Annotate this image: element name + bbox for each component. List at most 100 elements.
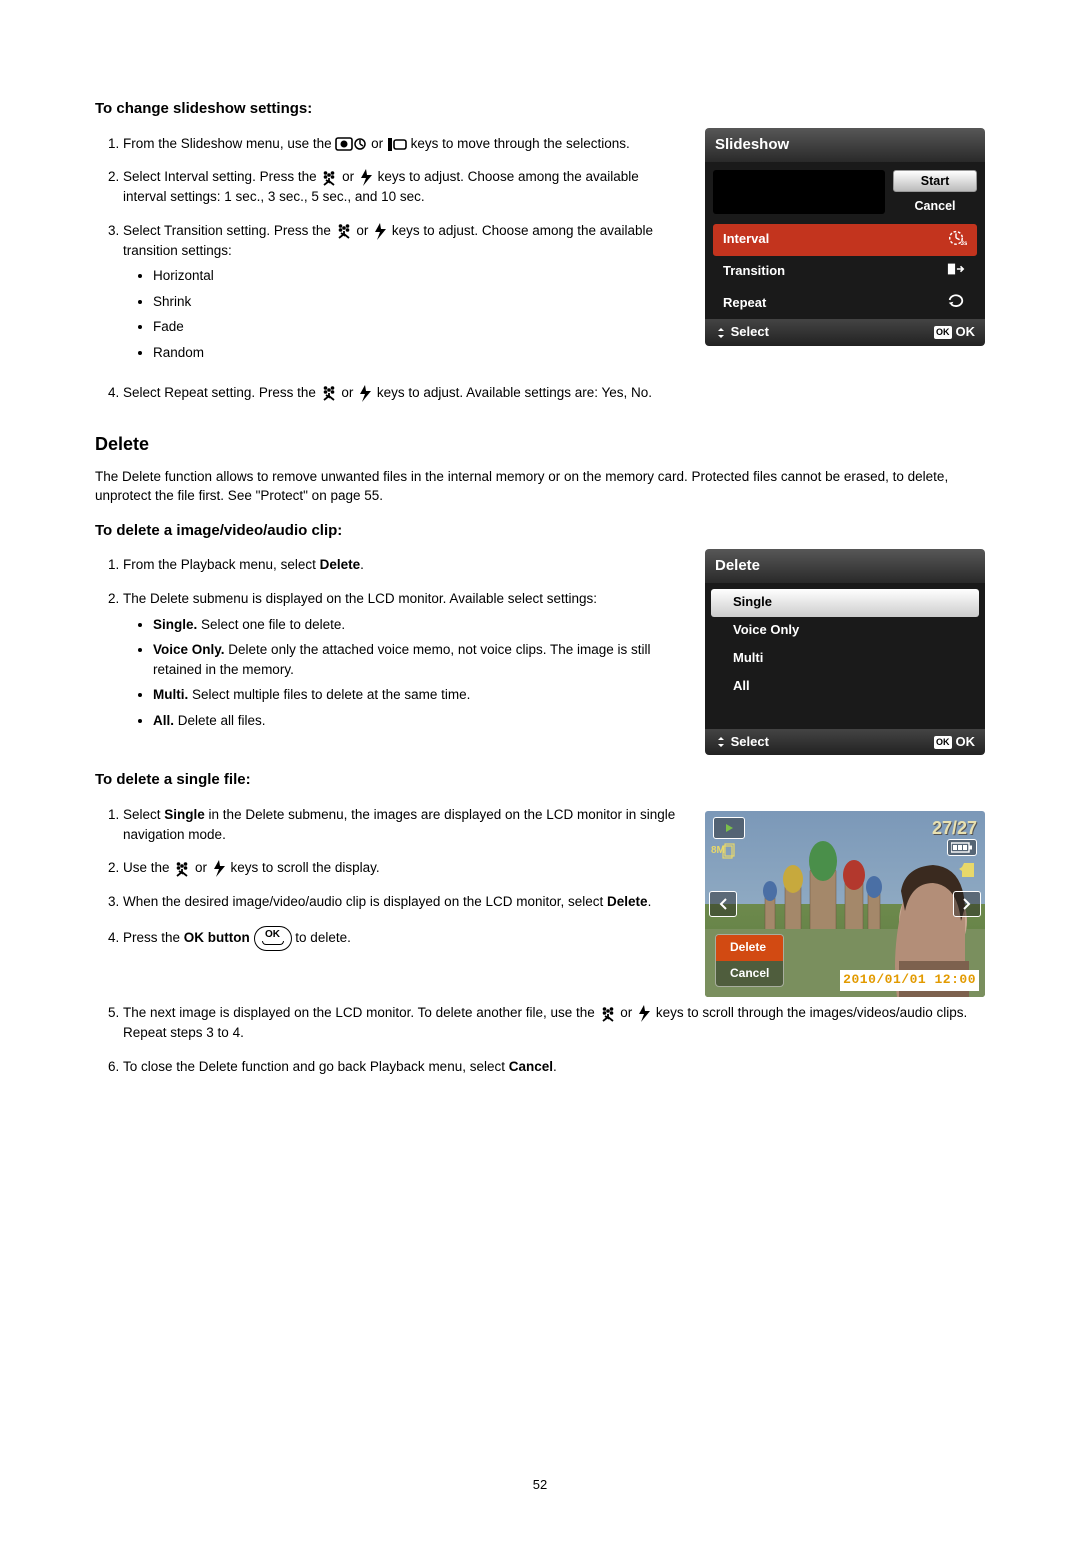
nav-left-icon[interactable] [709,891,737,917]
text: Delete all files. [174,713,266,728]
steps-slideshow-cont: Select Repeat setting. Press the or keys… [95,383,985,403]
cancel-button[interactable]: Cancel [893,196,977,216]
text: To close the Delete function and go back… [123,1059,509,1074]
text: Select Interval setting. Press the [123,169,320,184]
text: When the desired image/video/audio clip … [123,894,607,909]
text-bold: Delete [320,557,361,572]
text: keys to scroll the display. [227,860,380,875]
svg-text:3s: 3s [961,240,968,246]
footer-ok: OKOK [934,733,975,752]
text: Use the [123,860,173,875]
photo-menu: Delete Cancel [715,934,784,987]
transition-icon [945,260,967,284]
label: Interval [723,230,769,249]
list-item: Fade [153,317,685,337]
lcd-title: Slideshow [705,128,985,162]
label: Transition [723,262,785,281]
focus-icon [335,135,353,153]
heading-delete-single: To delete a single file: [95,769,985,791]
steps-delete-clip: From the Playback menu, select Delete. T… [95,555,685,730]
flower-icon [320,169,338,187]
flash-icon [636,1004,652,1023]
lcd-title: Delete [705,549,985,583]
text: The Delete submenu is displayed on the L… [123,591,597,606]
menu-item-multi[interactable]: Multi [711,645,979,673]
text: or [191,860,211,875]
repeat-row[interactable]: Repeat [713,287,977,319]
footer-select: Select [715,323,769,342]
repeat-icon [945,291,967,315]
flash-icon [211,859,227,878]
battery-icon [947,839,977,856]
text: Select multiple files to delete at the s… [188,687,470,702]
flash-icon [372,222,388,241]
label: Repeat [723,294,766,313]
flash-icon [358,168,374,187]
card-icon [957,861,977,884]
heading-change-slideshow: To change slideshow settings: [95,98,985,120]
text: Select [123,807,164,822]
text: Select one file to delete. [197,617,345,632]
text-bold: Single [164,807,205,822]
resolution-badge: 8M [711,841,735,865]
page-number: 52 [95,1476,985,1495]
menu-item-single[interactable]: Single [711,589,979,617]
text: or [353,223,373,238]
text-bold: Cancel [509,1059,553,1074]
text: . [648,894,652,909]
text: or [338,169,358,184]
timestamp: 2010/01/01 12:00 [840,970,979,991]
steps-delete-single: Select Single in the Delete submenu, the… [95,805,685,951]
text: From the Playback menu, select [123,557,320,572]
ok-button-icon: OK [254,926,292,951]
display-icon [387,136,407,153]
text: Select Transition setting. Press the [123,223,335,238]
text: Press the [123,930,184,945]
heading-delete-clip: To delete a image/video/audio clip: [95,520,985,542]
transition-list: Horizontal Shrink Fade Random [123,266,685,362]
text: . [360,557,364,572]
flash-icon [357,384,373,403]
nav-right-icon[interactable] [953,891,981,917]
delete-intro: The Delete function allows to remove unw… [95,467,985,506]
play-icon [713,817,745,839]
text-bold: Single. [153,617,197,632]
counter: 27/27 [932,815,977,841]
text: Delete only the attached voice memo, not… [153,642,651,677]
text: or [367,136,387,151]
text-bold: Multi. [153,687,188,702]
start-button[interactable]: Start [893,170,977,192]
list-item: Random [153,343,685,363]
text: or [617,1005,637,1020]
flower-icon [599,1005,617,1023]
delete-options: Single. Select one file to delete. Voice… [123,615,685,731]
flower-icon [173,860,191,878]
photo-menu-cancel[interactable]: Cancel [716,961,783,986]
lcd-slideshow: Slideshow Start Cancel Interval 3s [705,128,985,346]
text: Select Repeat setting. Press the [123,385,320,400]
text-bold: Voice Only. [153,642,225,657]
steps-delete-single-cont: The next image is displayed on the LCD m… [95,1003,985,1076]
text: The next image is displayed on the LCD m… [123,1005,599,1020]
heading-delete: Delete [95,431,985,457]
text: to delete. [295,930,351,945]
flower-icon [320,384,338,402]
text-bold: Delete [607,894,648,909]
text: in the Delete submenu, the images are di… [123,807,675,842]
interval-row[interactable]: Interval 3s [713,224,977,256]
photo-menu-delete[interactable]: Delete [716,935,783,960]
text-bold: OK button [184,930,250,945]
transition-row[interactable]: Transition [713,256,977,288]
steps-slideshow: From the Slideshow menu, use the or keys… [95,134,685,363]
menu-item-all[interactable]: All [711,673,979,701]
timer-icon [353,136,367,152]
flower-icon [335,222,353,240]
text: From the Slideshow menu, use the [123,136,335,151]
menu-item-voice-only[interactable]: Voice Only [711,617,979,645]
text: . [553,1059,557,1074]
footer-select: Select [715,733,769,752]
lcd-delete-menu: Delete Single Voice Only Multi All Selec… [705,549,985,755]
text: keys to move through the selections. [407,136,630,151]
thumbnail-placeholder [713,170,885,214]
interval-icon: 3s [945,228,967,252]
